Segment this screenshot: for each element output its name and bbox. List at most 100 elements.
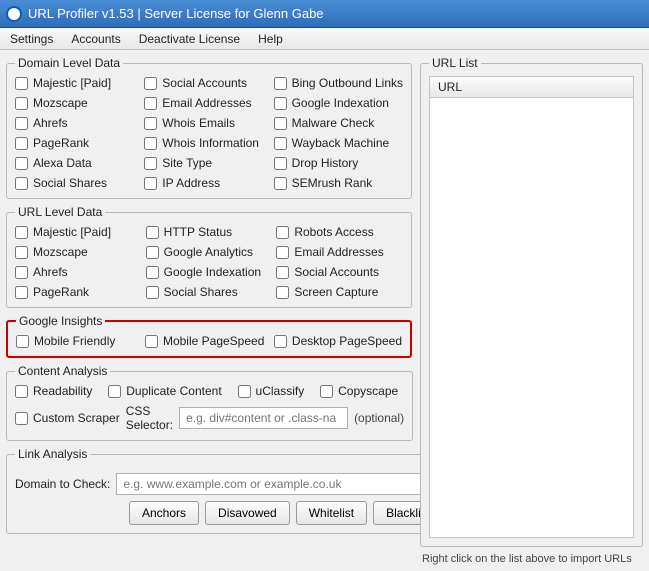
chk-url-social-accounts-input[interactable] bbox=[276, 266, 289, 279]
chk-malware-check[interactable]: Malware Check bbox=[274, 116, 403, 130]
chk-screen-capture-input[interactable] bbox=[276, 286, 289, 299]
group-url-legend: URL Level Data bbox=[15, 205, 105, 219]
chk-mozscape-input[interactable] bbox=[15, 97, 28, 110]
chk-drop-history-input[interactable] bbox=[274, 157, 287, 170]
chk-majestic-paid-input[interactable] bbox=[15, 77, 28, 90]
chk-social-shares-input[interactable] bbox=[15, 177, 28, 190]
chk-duplicate-content[interactable]: Duplicate Content bbox=[108, 384, 227, 398]
chk-url-ahrefs-input[interactable] bbox=[15, 266, 28, 279]
chk-desktop-pagespeed[interactable]: Desktop PageSpeed bbox=[274, 334, 402, 348]
chk-whois-information-input[interactable] bbox=[144, 137, 157, 150]
chk-whois-emails[interactable]: Whois Emails bbox=[144, 116, 269, 130]
chk-social-accounts-input[interactable] bbox=[144, 77, 157, 90]
chk-url-social-accounts[interactable]: Social Accounts bbox=[276, 265, 403, 279]
url-list-hint: Right click on the list above to import … bbox=[420, 551, 643, 565]
chk-drop-history[interactable]: Drop History bbox=[274, 156, 403, 170]
chk-semrush-rank[interactable]: SEMrush Rank bbox=[274, 176, 403, 190]
chk-robots-access-input[interactable] bbox=[276, 226, 289, 239]
chk-url-majestic-paid-input[interactable] bbox=[15, 226, 28, 239]
chk-url-ahrefs[interactable]: Ahrefs bbox=[15, 265, 142, 279]
chk-email-addresses[interactable]: Email Addresses bbox=[144, 96, 269, 110]
group-content-legend: Content Analysis bbox=[15, 364, 110, 378]
chk-site-type-input[interactable] bbox=[144, 157, 157, 170]
chk-mobile-friendly-input[interactable] bbox=[16, 335, 29, 348]
chk-mobile-friendly[interactable]: Mobile Friendly bbox=[16, 334, 141, 348]
chk-http-status[interactable]: HTTP Status bbox=[146, 225, 273, 239]
chk-robots-access[interactable]: Robots Access bbox=[276, 225, 403, 239]
url-list-body[interactable] bbox=[429, 98, 634, 538]
chk-url-email-addresses-input[interactable] bbox=[276, 246, 289, 259]
chk-wayback-machine-input[interactable] bbox=[274, 137, 287, 150]
chk-email-addresses-input[interactable] bbox=[144, 97, 157, 110]
menu-deactivate-license[interactable]: Deactivate License bbox=[139, 32, 240, 46]
chk-url-social-shares[interactable]: Social Shares bbox=[146, 285, 273, 299]
css-selector-input[interactable] bbox=[179, 407, 348, 429]
domain-to-check-input[interactable] bbox=[116, 473, 443, 495]
chk-pagerank[interactable]: PageRank bbox=[15, 136, 140, 150]
chk-whois-emails-input[interactable] bbox=[144, 117, 157, 130]
chk-url-mozscape[interactable]: Mozscape bbox=[15, 245, 142, 259]
chk-google-indexation-input[interactable] bbox=[274, 97, 287, 110]
chk-ahrefs-input[interactable] bbox=[15, 117, 28, 130]
menu-settings[interactable]: Settings bbox=[10, 32, 53, 46]
chk-ip-address[interactable]: IP Address bbox=[144, 176, 269, 190]
chk-pagerank-input[interactable] bbox=[15, 137, 28, 150]
chk-custom-scraper[interactable]: Custom Scraper bbox=[15, 411, 120, 425]
group-url-list-legend: URL List bbox=[429, 56, 481, 70]
chk-social-accounts[interactable]: Social Accounts bbox=[144, 76, 269, 90]
chk-screen-capture[interactable]: Screen Capture bbox=[276, 285, 403, 299]
group-domain-level-data: Domain Level Data Majestic [Paid] Social… bbox=[6, 56, 412, 199]
chk-ip-address-input[interactable] bbox=[144, 177, 157, 190]
disavowed-button[interactable]: Disavowed bbox=[205, 501, 290, 525]
chk-readability[interactable]: Readability bbox=[15, 384, 98, 398]
chk-url-google-indexation-input[interactable] bbox=[146, 266, 159, 279]
chk-url-social-shares-input[interactable] bbox=[146, 286, 159, 299]
chk-whois-information[interactable]: Whois Information bbox=[144, 136, 269, 150]
chk-copyscape-input[interactable] bbox=[320, 385, 333, 398]
menu-help[interactable]: Help bbox=[258, 32, 283, 46]
chk-google-indexation[interactable]: Google Indexation bbox=[274, 96, 403, 110]
chk-wayback-machine[interactable]: Wayback Machine bbox=[274, 136, 403, 150]
chk-readability-input[interactable] bbox=[15, 385, 28, 398]
chk-desktop-pagespeed-input[interactable] bbox=[274, 335, 287, 348]
domain-to-check-label: Domain to Check: bbox=[15, 477, 110, 491]
chk-mobile-pagespeed[interactable]: Mobile PageSpeed bbox=[145, 334, 270, 348]
chk-url-email-addresses[interactable]: Email Addresses bbox=[276, 245, 403, 259]
chk-url-majestic-paid[interactable]: Majestic [Paid] bbox=[15, 225, 142, 239]
chk-bing-outbound-links-input[interactable] bbox=[274, 77, 287, 90]
chk-alexa-data-input[interactable] bbox=[15, 157, 28, 170]
chk-http-status-input[interactable] bbox=[146, 226, 159, 239]
chk-mobile-pagespeed-input[interactable] bbox=[145, 335, 158, 348]
chk-google-analytics[interactable]: Google Analytics bbox=[146, 245, 273, 259]
chk-url-mozscape-input[interactable] bbox=[15, 246, 28, 259]
chk-social-shares[interactable]: Social Shares bbox=[15, 176, 140, 190]
chk-malware-check-input[interactable] bbox=[274, 117, 287, 130]
css-selector-label: CSS Selector: bbox=[126, 404, 173, 432]
menubar: Settings Accounts Deactivate License Hel… bbox=[0, 28, 649, 50]
chk-duplicate-content-input[interactable] bbox=[108, 385, 121, 398]
chk-copyscape[interactable]: Copyscape bbox=[320, 384, 404, 398]
chk-url-pagerank[interactable]: PageRank bbox=[15, 285, 142, 299]
chk-site-type[interactable]: Site Type bbox=[144, 156, 269, 170]
chk-majestic-paid[interactable]: Majestic [Paid] bbox=[15, 76, 140, 90]
url-column-header: URL bbox=[438, 80, 462, 94]
chk-ahrefs[interactable]: Ahrefs bbox=[15, 116, 140, 130]
chk-uclassify-input[interactable] bbox=[238, 385, 251, 398]
group-domain-legend: Domain Level Data bbox=[15, 56, 123, 70]
group-link-legend: Link Analysis bbox=[15, 447, 90, 461]
chk-semrush-rank-input[interactable] bbox=[274, 177, 287, 190]
url-list-header[interactable]: URL bbox=[429, 76, 634, 98]
chk-url-pagerank-input[interactable] bbox=[15, 286, 28, 299]
chk-url-google-indexation[interactable]: Google Indexation bbox=[146, 265, 273, 279]
chk-uclassify[interactable]: uClassify bbox=[238, 384, 311, 398]
chk-google-analytics-input[interactable] bbox=[146, 246, 159, 259]
whitelist-button[interactable]: Whitelist bbox=[296, 501, 367, 525]
menu-accounts[interactable]: Accounts bbox=[71, 32, 120, 46]
group-google-insights: Google Insights Mobile Friendly Mobile P… bbox=[6, 314, 412, 358]
css-selector-optional: (optional) bbox=[354, 411, 404, 425]
anchors-button[interactable]: Anchors bbox=[129, 501, 199, 525]
chk-alexa-data[interactable]: Alexa Data bbox=[15, 156, 140, 170]
chk-bing-outbound-links[interactable]: Bing Outbound Links bbox=[274, 76, 403, 90]
chk-custom-scraper-input[interactable] bbox=[15, 412, 28, 425]
chk-mozscape[interactable]: Mozscape bbox=[15, 96, 140, 110]
